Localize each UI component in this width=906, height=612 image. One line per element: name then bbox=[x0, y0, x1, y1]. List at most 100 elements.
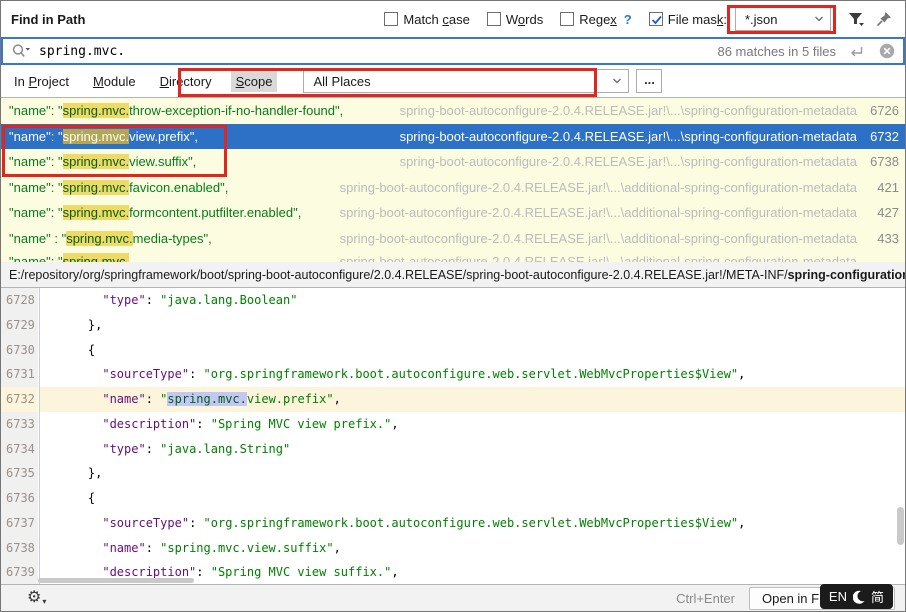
code-text: "name": "spring.mvc.view.prefix", bbox=[40, 387, 905, 412]
code-line[interactable]: 6735 }, bbox=[1, 461, 905, 486]
scope-bar: In Project Module Directory Scope All Place… bbox=[1, 65, 905, 98]
result-snippet: "name": "spring.mvc.formcontent.putfilte… bbox=[9, 205, 301, 220]
file-mask-dropdown[interactable]: *.json bbox=[735, 7, 831, 31]
code-line[interactable]: 6738 "name": "spring.mvc.view.suffix", bbox=[1, 536, 905, 561]
code-preview[interactable]: 6728 "type": "java.lang.Boolean" 6729 },… bbox=[1, 288, 905, 584]
code-text: { bbox=[40, 338, 905, 363]
settings-button[interactable]: ⚙ ▾ bbox=[27, 590, 46, 606]
words-label: Words bbox=[506, 12, 543, 27]
line-number: 6729 bbox=[1, 313, 39, 338]
result-snippet: "name": "spring.mvc.view.prefix", bbox=[9, 129, 198, 144]
code-text: "description": "Spring MVC view prefix."… bbox=[40, 412, 905, 437]
scope-tab-scope[interactable]: Scope bbox=[231, 71, 278, 92]
horizontal-scrollbar[interactable] bbox=[38, 578, 194, 583]
code-text: "name": "spring.mvc.view.suffix", bbox=[40, 536, 905, 561]
dialog-title: Find in Path bbox=[11, 12, 85, 27]
match-highlight: spring.mvc. bbox=[63, 129, 129, 144]
code-text: "type": "java.lang.Boolean" bbox=[40, 288, 905, 313]
line-number: 6734 bbox=[1, 437, 39, 462]
code-text: "type": "java.lang.String" bbox=[40, 437, 905, 462]
result-line-number: 6726 bbox=[863, 103, 899, 118]
regex-checkbox[interactable]: Regex ? bbox=[560, 12, 632, 27]
result-snippet: "name": "spring.mvc.favicon.enabled", bbox=[9, 180, 228, 195]
dialog-titlebar: Find in Path Match case Words Regex ? Fi… bbox=[1, 1, 905, 37]
regex-label: Regex bbox=[579, 12, 617, 27]
code-line[interactable]: 6733 "description": "Spring MVC view pre… bbox=[1, 412, 905, 437]
filter-icon bbox=[847, 11, 865, 27]
result-row[interactable]: "name": "spring.mvc.favicon.enabled", sp… bbox=[1, 175, 905, 201]
line-number: 6731 bbox=[1, 362, 39, 387]
result-row[interactable]: "name": "spring.mvc.throw-exception-if-n… bbox=[1, 98, 905, 124]
match-case-checkbox[interactable]: Match case bbox=[384, 12, 469, 27]
chevron-down-icon bbox=[814, 15, 824, 23]
scope-browse-button[interactable]: ... bbox=[636, 69, 662, 93]
line-number: 6738 bbox=[1, 536, 39, 561]
code-line[interactable]: 6729 }, bbox=[1, 313, 905, 338]
result-snippet: "name": "spring.mvc. bbox=[9, 251, 129, 262]
scope-tab-directory[interactable]: Directory bbox=[155, 71, 217, 92]
result-line-number: 6732 bbox=[863, 129, 899, 144]
match-highlight: spring.mvc. bbox=[63, 205, 129, 220]
code-text: { bbox=[40, 486, 905, 511]
results-list: "name": "spring.mvc.throw-exception-if-n… bbox=[1, 98, 905, 262]
preview-path-prefix: E:/repository/org/springframework/boot/s… bbox=[9, 268, 788, 282]
close-icon[interactable] bbox=[879, 43, 895, 59]
filter-button[interactable] bbox=[845, 8, 867, 30]
regex-checkbox-box[interactable] bbox=[560, 12, 574, 26]
pin-button[interactable] bbox=[873, 8, 895, 30]
result-line-number: 421 bbox=[863, 180, 899, 195]
status-bar: ⚙ ▾ Ctrl+Enter Open in Find Window EN 简 bbox=[1, 584, 905, 611]
ime-moon-icon bbox=[853, 590, 865, 604]
search-icon[interactable] bbox=[11, 43, 31, 59]
match-highlight: spring.mvc. bbox=[63, 103, 129, 118]
find-in-path-dialog: Find in Path Match case Words Regex ? Fi… bbox=[0, 0, 906, 612]
result-snippet: "name" : "spring.mvc.media-types", bbox=[9, 231, 212, 246]
line-number: 6733 bbox=[1, 412, 39, 437]
file-mask-checkbox[interactable]: File mask: bbox=[649, 12, 727, 27]
result-row[interactable]: "name": "spring.mvc.view.prefix", spring… bbox=[1, 124, 905, 150]
result-file-path: spring-boot-autoconfigure-2.0.4.RELEASE.… bbox=[400, 129, 857, 144]
match-highlight: spring.mvc. bbox=[63, 253, 129, 262]
line-number: 6737 bbox=[1, 511, 39, 536]
result-file-path: spring-boot-autoconfigure-2.0.4.RELEASE.… bbox=[340, 205, 857, 220]
code-line[interactable]: 6737 "sourceType": "org.springframework.… bbox=[1, 511, 905, 536]
scope-dropdown[interactable]: All Places bbox=[303, 69, 629, 93]
vertical-scrollbar[interactable] bbox=[897, 507, 904, 545]
words-checkbox-box[interactable] bbox=[487, 12, 501, 26]
code-line[interactable]: 6736 { bbox=[1, 486, 905, 511]
result-file-path: spring-boot-autoconfigure-2.0.4.RELEASE.… bbox=[340, 231, 857, 246]
code-line[interactable]: 6734 "type": "java.lang.String" bbox=[1, 437, 905, 462]
shortcut-hint: Ctrl+Enter bbox=[676, 591, 735, 606]
line-number: 6732 bbox=[1, 387, 39, 412]
code-line[interactable]: 6728 "type": "java.lang.Boolean" bbox=[1, 288, 905, 313]
result-row[interactable]: "name": "spring.mvc. spring-boot-autocon… bbox=[1, 251, 905, 262]
result-row[interactable]: "name": "spring.mvc.formcontent.putfilte… bbox=[1, 200, 905, 226]
newline-icon[interactable] bbox=[848, 45, 865, 58]
result-row[interactable]: "name": "spring.mvc.view.suffix", spring… bbox=[1, 149, 905, 175]
scope-tab-module[interactable]: Module bbox=[88, 71, 141, 92]
search-field[interactable]: spring.mvc. 86 matches in 5 files bbox=[1, 37, 905, 65]
preview-file-path: E:/repository/org/springframework/boot/s… bbox=[1, 262, 905, 288]
code-line[interactable]: 6731 "sourceType": "org.springframework.… bbox=[1, 362, 905, 387]
result-snippet: "name": "spring.mvc.throw-exception-if-n… bbox=[9, 103, 343, 118]
check-icon bbox=[650, 13, 664, 27]
regex-help-icon[interactable]: ? bbox=[624, 12, 632, 27]
code-text: }, bbox=[40, 461, 905, 486]
match-highlight: spring.mvc. bbox=[66, 231, 132, 246]
scope-tab-in-project[interactable]: In Project bbox=[9, 71, 74, 92]
search-input[interactable]: spring.mvc. bbox=[39, 44, 717, 59]
result-row[interactable]: "name" : "spring.mvc.media-types", sprin… bbox=[1, 226, 905, 252]
code-line[interactable]: 6732 "name": "spring.mvc.view.prefix", bbox=[1, 387, 905, 412]
chevron-down-icon: ▾ bbox=[42, 597, 46, 606]
words-checkbox[interactable]: Words bbox=[487, 12, 543, 27]
line-number: 6728 bbox=[1, 288, 39, 313]
line-number: 6736 bbox=[1, 486, 39, 511]
match-case-checkbox-box[interactable] bbox=[384, 12, 398, 26]
match-highlight: spring.mvc. bbox=[63, 180, 129, 195]
code-line[interactable]: 6730 { bbox=[1, 338, 905, 363]
line-number: 6730 bbox=[1, 338, 39, 363]
result-line-number: 433 bbox=[863, 231, 899, 246]
file-mask-checkbox-box[interactable] bbox=[649, 12, 663, 26]
result-file-path: spring-boot-autoconfigure-2.0.4.RELEASE.… bbox=[340, 251, 857, 262]
result-file-path: spring-boot-autoconfigure-2.0.4.RELEASE.… bbox=[400, 154, 857, 169]
